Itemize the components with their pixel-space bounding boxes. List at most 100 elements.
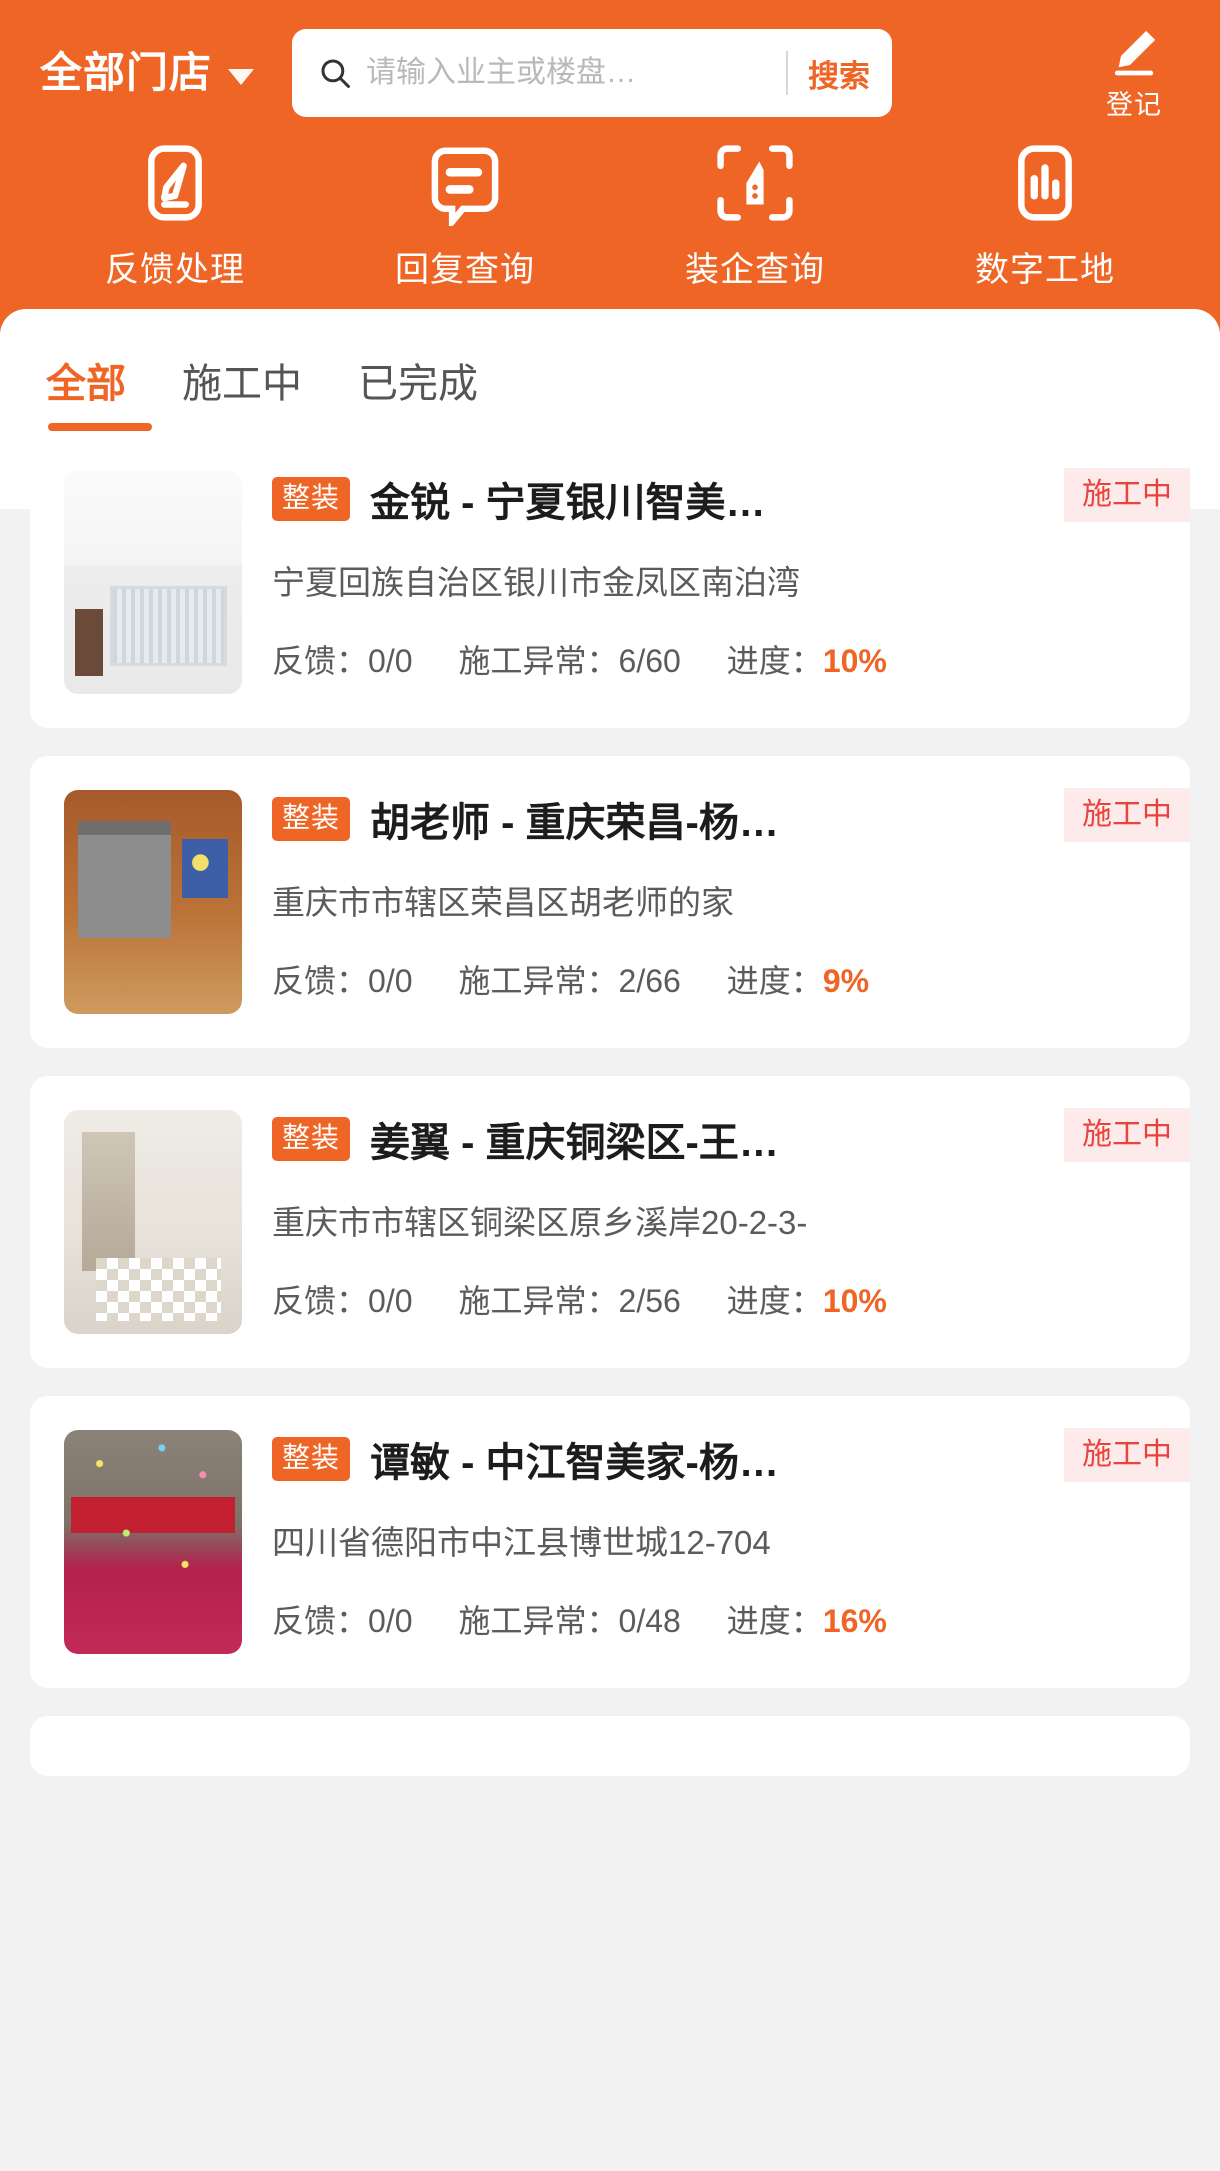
stat-feedback-label: 反馈： <box>272 643 369 679</box>
stat-progress-label: 进度： <box>726 1603 823 1639</box>
type-badge: 整装 <box>272 1437 351 1481</box>
stat-feedback-label: 反馈： <box>272 963 369 999</box>
stat-progress-label: 进度： <box>726 1283 823 1319</box>
stat-anomaly: 施工异常：6/60 <box>459 636 681 682</box>
project-title: 金锐 - 宁夏银川智美… <box>370 481 766 525</box>
stat-progress: 进度：9% <box>727 956 869 1002</box>
quick-nav-label: 装企查询 <box>685 251 825 289</box>
stat-anomaly: 施工异常：2/66 <box>459 956 681 1002</box>
chevron-down-icon <box>228 69 255 85</box>
stat-feedback-label: 反馈： <box>272 1603 369 1639</box>
project-title-row: 整装 谭敏 - 中江智美家-杨… 施工中 <box>272 1428 1190 1488</box>
stat-feedback-value: 0/0 <box>368 643 413 679</box>
project-address: 宁夏回族自治区银川市金凤区南泊湾 <box>272 564 800 601</box>
project-address: 四川省德阳市中江县博世城12-704 <box>272 1524 771 1561</box>
project-stats: 反馈：0/0 施工异常：2/56 进度：10% <box>272 1276 1190 1322</box>
stat-progress-value: 9% <box>822 963 870 999</box>
pencil-write-icon <box>1114 30 1156 75</box>
project-info: 整装 金锐 - 宁夏银川智美… 施工中 宁夏回族自治区银川市金凤区南泊湾 反馈：… <box>272 468 1190 694</box>
header-top-bar: 全部门店 搜索 登记 <box>0 0 1220 120</box>
stat-progress-value: 16% <box>822 1603 887 1639</box>
type-badge: 整装 <box>272 1117 351 1161</box>
store-selector-label: 全部门店 <box>40 49 213 96</box>
stat-anomaly-label: 施工异常： <box>458 1283 619 1319</box>
stat-progress-value: 10% <box>822 643 887 679</box>
status-badge: 施工中 <box>1064 1108 1190 1162</box>
quick-nav-label: 回复查询 <box>395 251 535 289</box>
quick-nav-label: 数字工地 <box>975 251 1115 289</box>
search-divider <box>786 51 789 95</box>
stat-feedback: 反馈：0/0 <box>272 956 413 1002</box>
project-title-row: 整装 胡老师 - 重庆荣昌-杨… 施工中 <box>272 788 1190 848</box>
stat-feedback: 反馈：0/0 <box>272 1596 413 1642</box>
project-list: 整装 金锐 - 宁夏银川智美… 施工中 宁夏回族自治区银川市金凤区南泊湾 反馈：… <box>0 412 1220 1776</box>
stat-feedback: 反馈：0/0 <box>272 1276 413 1322</box>
table-row[interactable]: 整装 姜翼 - 重庆铜梁区-王… 施工中 重庆市市辖区铜梁区原乡溪岸20-2-3… <box>30 1076 1190 1368</box>
quick-nav-item-digital-site[interactable]: 数字工地 <box>900 140 1190 291</box>
status-badge: 施工中 <box>1064 468 1190 522</box>
stat-anomaly: 施工异常：2/56 <box>459 1276 681 1322</box>
table-row[interactable]: 整装 金锐 - 宁夏银川智美… 施工中 宁夏回族自治区银川市金凤区南泊湾 反馈：… <box>30 436 1190 728</box>
stat-anomaly-label: 施工异常： <box>458 963 619 999</box>
project-stats: 反馈：0/0 施工异常：6/60 进度：10% <box>272 636 1190 682</box>
stat-progress: 进度：10% <box>727 1276 887 1322</box>
status-badge: 施工中 <box>1064 788 1190 842</box>
table-row[interactable] <box>30 1716 1190 1776</box>
stat-feedback-value: 0/0 <box>368 963 413 999</box>
project-info: 整装 谭敏 - 中江智美家-杨… 施工中 四川省德阳市中江县博世城12-704 … <box>272 1428 1190 1654</box>
stat-anomaly-label: 施工异常： <box>458 643 619 679</box>
project-address: 重庆市市辖区荣昌区胡老师的家 <box>272 884 734 921</box>
project-thumbnail <box>64 1430 242 1654</box>
project-stats: 反馈：0/0 施工异常：0/48 进度：16% <box>272 1596 1190 1642</box>
stat-anomaly-value: 0/48 <box>618 1603 681 1639</box>
project-title: 谭敏 - 中江智美家-杨… <box>370 1441 779 1485</box>
table-row[interactable]: 整装 谭敏 - 中江智美家-杨… 施工中 四川省德阳市中江县博世城12-704 … <box>30 1396 1190 1688</box>
store-selector[interactable]: 全部门店 <box>40 52 264 94</box>
tab-in-progress[interactable]: 施工中 <box>182 351 302 431</box>
stat-feedback-label: 反馈： <box>272 1283 369 1319</box>
scan-building-icon <box>717 145 793 221</box>
stat-anomaly-value: 6/60 <box>618 643 681 679</box>
bar-chart-icon <box>1018 145 1072 221</box>
register-label: 登记 <box>1106 89 1162 120</box>
project-title: 胡老师 - 重庆荣昌-杨… <box>370 801 779 845</box>
status-badge: 施工中 <box>1064 1428 1190 1482</box>
project-thumbnail <box>64 790 242 1014</box>
search-bar[interactable]: 搜索 <box>292 29 893 117</box>
stat-feedback-value: 0/0 <box>368 1603 413 1639</box>
stat-anomaly-value: 2/66 <box>618 963 681 999</box>
stat-feedback-value: 0/0 <box>368 1283 413 1319</box>
type-badge: 整装 <box>272 477 351 521</box>
app-header: 全部门店 搜索 登记 反馈处理 <box>0 0 1220 522</box>
project-info: 整装 姜翼 - 重庆铜梁区-王… 施工中 重庆市市辖区铜梁区原乡溪岸20-2-3… <box>272 1108 1190 1334</box>
search-button[interactable]: 搜索 <box>808 51 870 96</box>
stat-progress: 进度：16% <box>727 1596 887 1642</box>
quick-nav-item-reply-query[interactable]: 回复查询 <box>320 140 610 291</box>
register-button[interactable]: 登记 <box>1106 25 1162 122</box>
stat-progress: 进度：10% <box>727 636 887 682</box>
stat-feedback: 反馈：0/0 <box>272 636 413 682</box>
project-title-row: 整装 金锐 - 宁夏银川智美… 施工中 <box>272 468 1190 528</box>
tab-all[interactable]: 全部 <box>46 351 152 431</box>
stat-anomaly-value: 2/56 <box>618 1283 681 1319</box>
project-stats: 反馈：0/0 施工异常：2/66 进度：9% <box>272 956 1190 1002</box>
tab-completed[interactable]: 已完成 <box>358 351 478 431</box>
quick-nav: 反馈处理 回复查询 装企查询 数字工地 <box>0 118 1220 291</box>
stat-progress-label: 进度： <box>726 963 823 999</box>
search-icon <box>321 59 350 88</box>
quick-nav-item-company-query[interactable]: 装企查询 <box>610 140 900 291</box>
table-row[interactable]: 整装 胡老师 - 重庆荣昌-杨… 施工中 重庆市市辖区荣昌区胡老师的家 反馈：0… <box>30 756 1190 1048</box>
chat-bubble-icon <box>431 147 499 226</box>
quick-nav-label: 反馈处理 <box>105 251 245 289</box>
project-thumbnail <box>64 470 242 694</box>
stat-progress-value: 10% <box>822 1283 887 1319</box>
project-thumbnail <box>64 1110 242 1334</box>
stat-anomaly-label: 施工异常： <box>458 1603 619 1639</box>
stat-progress-label: 进度： <box>726 643 823 679</box>
status-tabs: 全部 施工中 已完成 <box>0 309 1220 431</box>
edit-document-icon <box>148 145 202 221</box>
project-title: 姜翼 - 重庆铜梁区-王… <box>370 1121 779 1165</box>
quick-nav-item-feedback[interactable]: 反馈处理 <box>30 140 320 291</box>
stat-anomaly: 施工异常：0/48 <box>459 1596 681 1642</box>
search-input[interactable] <box>366 56 783 90</box>
